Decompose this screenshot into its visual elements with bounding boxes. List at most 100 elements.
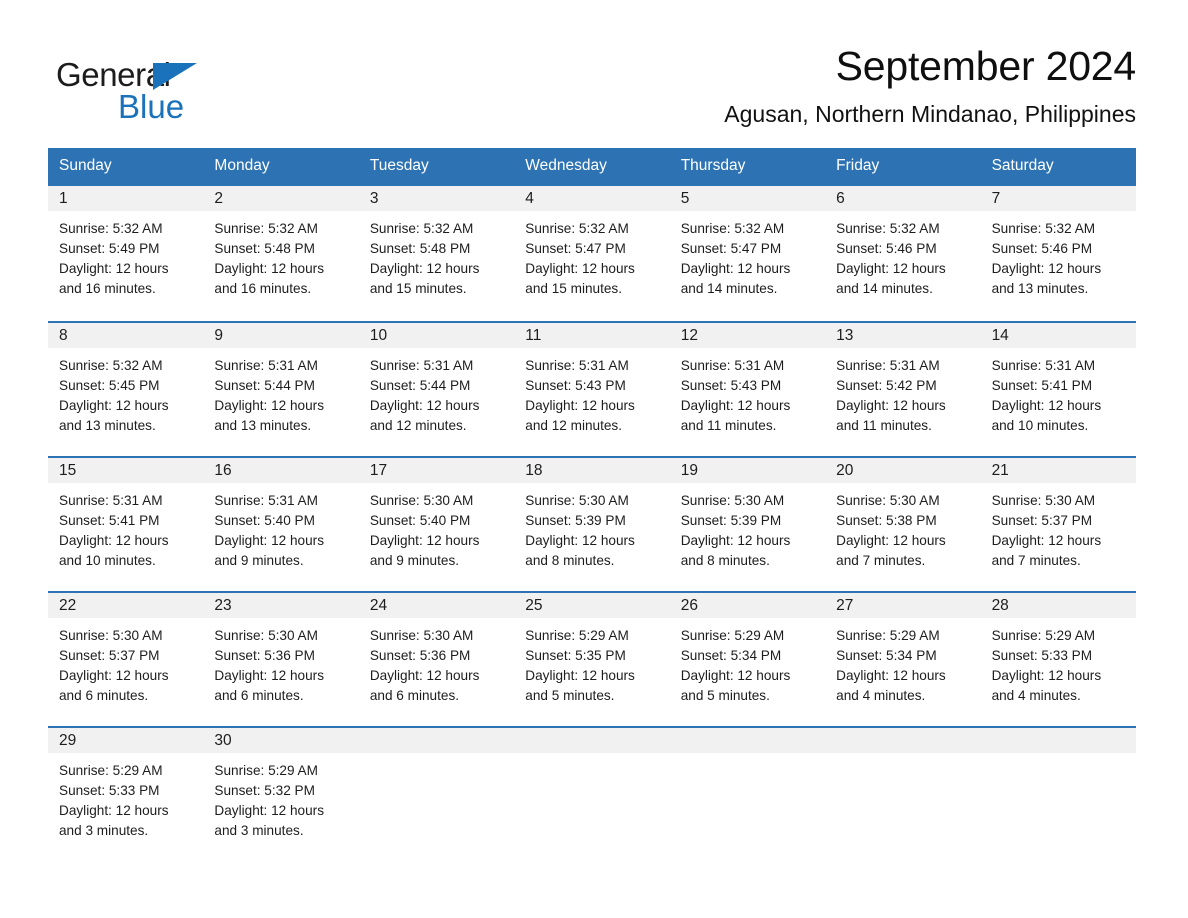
- daylight-duration-line1: Daylight: 12 hours: [59, 803, 169, 818]
- sunset-time: Sunset: 5:44 PM: [369, 377, 471, 393]
- daylight-duration-line2: and 8 minutes.: [525, 553, 615, 569]
- day-cell-empty: [669, 727, 826, 861]
- day-cell[interactable]: 16 Sunrise: 5:31 AM Sunset: 5:40 PM Dayligh…: [203, 457, 359, 591]
- day-cell[interactable]: 21 Sunrise: 5:30 AM Sunset: 5:37 PM Dayligh…: [980, 457, 1136, 591]
- day-cell[interactable]: 10 Sunrise: 5:31 AM Sunset: 5:44 PM Dayligh…: [358, 322, 515, 456]
- daylight-duration-line1: Daylight: 12 hours: [680, 398, 791, 413]
- day-cell[interactable]: 12 Sunrise: 5:31 AM Sunset: 5:43 PM Dayligh…: [669, 322, 826, 456]
- sunset-time: Sunset: 5:43 PM: [680, 377, 782, 393]
- day-cell[interactable]: 13 Sunrise: 5:31 AM Sunset: 5:42 PM Dayligh…: [825, 322, 981, 456]
- day-cell[interactable]: 18 Sunrise: 5:30 AM Sunset: 5:39 PM Dayligh…: [514, 457, 670, 591]
- weekday-header-tuesday: Tuesday: [369, 157, 429, 174]
- weekday-header-wednesday: Wednesday: [525, 157, 607, 174]
- calendar-week-row: 8 Sunrise: 5:32 AM Sunset: 5:45 PM Daylight…: [48, 320, 1136, 456]
- day-cell[interactable]: 23 Sunrise: 5:30 AM Sunset: 5:36 PM Dayligh…: [203, 592, 359, 726]
- daylight-duration-line1: Daylight: 12 hours: [525, 533, 635, 548]
- day-cell[interactable]: 7 Sunrise: 5:32 AM Sunset: 5:46 PM Daylight…: [980, 185, 1136, 321]
- day-cell[interactable]: 22 Sunrise: 5:30 AM Sunset: 5:37 PM Dayligh…: [48, 592, 204, 726]
- day-number: 21: [980, 457, 1136, 483]
- logo-text-blue: Blue: [118, 88, 185, 125]
- sunset-time: Sunset: 5:40 PM: [214, 512, 315, 528]
- daylight-duration-line2: and 6 minutes.: [214, 688, 304, 704]
- day-details: Sunrise: 5:32 AM Sunset: 5:48 PM Daylight:…: [203, 211, 358, 300]
- sunrise-time: Sunrise: 5:30 AM: [369, 492, 474, 508]
- day-cell[interactable]: 14 Sunrise: 5:31 AM Sunset: 5:41 PM Dayligh…: [980, 322, 1136, 456]
- day-details: Sunrise: 5:29 AM Sunset: 5:32 PM Daylight:…: [203, 753, 358, 842]
- day-details: Sunrise: 5:30 AM Sunset: 5:39 PM Daylight:…: [514, 483, 669, 572]
- day-cell[interactable]: 15 Sunrise: 5:31 AM Sunset: 5:41 PM Dayligh…: [48, 457, 204, 591]
- day-details: [981, 753, 1136, 761]
- day-cell[interactable]: 30 Sunrise: 5:29 AM Sunset: 5:32 PM Dayligh…: [203, 727, 359, 861]
- day-cell[interactable]: 24 Sunrise: 5:30 AM Sunset: 5:36 PM Dayligh…: [358, 592, 515, 726]
- sunset-time: Sunset: 5:48 PM: [214, 240, 315, 256]
- sunrise-time: Sunrise: 5:31 AM: [991, 357, 1096, 373]
- daylight-duration-line2: and 15 minutes.: [525, 281, 623, 297]
- day-number: 7: [980, 185, 1136, 211]
- day-details: [359, 753, 514, 761]
- sunrise-time: Sunrise: 5:31 AM: [836, 357, 940, 373]
- sunset-time: Sunset: 5:42 PM: [836, 377, 937, 393]
- sunset-time: Sunset: 5:47 PM: [525, 240, 626, 256]
- sunset-time: Sunset: 5:33 PM: [59, 782, 160, 798]
- day-cell[interactable]: 4 Sunrise: 5:32 AM Sunset: 5:47 PM Daylight…: [514, 185, 670, 321]
- calendar-week-row: 22 Sunrise: 5:30 AM Sunset: 5:37 PM Dayligh…: [48, 590, 1136, 726]
- daylight-duration-line2: and 16 minutes.: [214, 281, 312, 297]
- daylight-duration-line2: and 13 minutes.: [991, 281, 1089, 297]
- sunset-time: Sunset: 5:48 PM: [369, 240, 471, 256]
- daylight-duration-line2: and 16 minutes.: [59, 281, 156, 297]
- day-cell[interactable]: 5 Sunrise: 5:32 AM Sunset: 5:47 PM Daylight…: [669, 185, 826, 321]
- daylight-duration-line1: Daylight: 12 hours: [991, 261, 1102, 276]
- sunset-time: Sunset: 5:39 PM: [680, 512, 782, 528]
- day-cell[interactable]: 20 Sunrise: 5:30 AM Sunset: 5:38 PM Dayligh…: [825, 457, 981, 591]
- day-cell[interactable]: 3 Sunrise: 5:32 AM Sunset: 5:48 PM Daylight…: [358, 185, 515, 321]
- sunrise-time: Sunrise: 5:31 AM: [680, 357, 785, 373]
- day-number: 9: [203, 322, 359, 348]
- day-details: Sunrise: 5:30 AM Sunset: 5:37 PM Daylight:…: [48, 618, 203, 707]
- day-cell[interactable]: 1 Sunrise: 5:32 AM Sunset: 5:49 PM Daylight…: [48, 185, 204, 321]
- day-number: 29: [48, 727, 204, 753]
- day-cell[interactable]: 17 Sunrise: 5:30 AM Sunset: 5:40 PM Dayligh…: [358, 457, 515, 591]
- day-number: 24: [358, 592, 515, 618]
- daylight-duration-line2: and 3 minutes.: [59, 823, 149, 839]
- day-cell[interactable]: 6 Sunrise: 5:32 AM Sunset: 5:46 PM Daylight…: [825, 185, 981, 321]
- day-cell[interactable]: 9 Sunrise: 5:31 AM Sunset: 5:44 PM Daylight…: [203, 322, 359, 456]
- day-number: 4: [514, 185, 670, 211]
- day-details: Sunrise: 5:29 AM Sunset: 5:34 PM Daylight:…: [825, 618, 980, 707]
- day-cell[interactable]: 8 Sunrise: 5:32 AM Sunset: 5:45 PM Daylight…: [48, 322, 204, 456]
- sunset-time: Sunset: 5:34 PM: [836, 647, 937, 663]
- daylight-duration-line1: Daylight: 12 hours: [836, 398, 946, 413]
- day-cell[interactable]: 2 Sunrise: 5:32 AM Sunset: 5:48 PM Daylight…: [203, 185, 359, 321]
- day-details: Sunrise: 5:30 AM Sunset: 5:37 PM Daylight:…: [981, 483, 1136, 572]
- day-cell-empty: [825, 727, 981, 861]
- day-number: 2: [203, 185, 359, 211]
- day-cell[interactable]: 26 Sunrise: 5:29 AM Sunset: 5:34 PM Dayligh…: [669, 592, 826, 726]
- daylight-duration-line1: Daylight: 12 hours: [369, 261, 480, 276]
- daylight-duration-line1: Daylight: 12 hours: [680, 668, 791, 683]
- daylight-duration-line1: Daylight: 12 hours: [214, 668, 324, 683]
- day-cell[interactable]: 28 Sunrise: 5:29 AM Sunset: 5:33 PM Dayligh…: [980, 592, 1136, 726]
- day-number: 11: [514, 322, 670, 348]
- day-number: 20: [825, 457, 981, 483]
- sunset-time: Sunset: 5:45 PM: [59, 377, 160, 393]
- day-cell[interactable]: 19 Sunrise: 5:30 AM Sunset: 5:39 PM Dayligh…: [669, 457, 826, 591]
- daylight-duration-line2: and 5 minutes.: [525, 688, 615, 704]
- day-details: Sunrise: 5:32 AM Sunset: 5:49 PM Daylight:…: [48, 211, 203, 300]
- day-cell[interactable]: 11 Sunrise: 5:31 AM Sunset: 5:43 PM Dayligh…: [514, 322, 670, 456]
- daylight-duration-line2: and 9 minutes.: [214, 553, 304, 569]
- calendar-weeks: 1 Sunrise: 5:32 AM Sunset: 5:49 PM Daylight…: [48, 185, 1136, 861]
- sunrise-time: Sunrise: 5:31 AM: [214, 357, 318, 373]
- day-number: 26: [669, 592, 826, 618]
- daylight-duration-line1: Daylight: 12 hours: [214, 261, 324, 276]
- day-cell-empty: [980, 727, 1136, 861]
- sunset-time: Sunset: 5:41 PM: [991, 377, 1093, 393]
- sunset-time: Sunset: 5:39 PM: [525, 512, 626, 528]
- daylight-duration-line2: and 15 minutes.: [369, 281, 467, 297]
- daylight-duration-line2: and 7 minutes.: [836, 553, 926, 569]
- sunrise-time: Sunrise: 5:32 AM: [525, 220, 629, 236]
- day-number: [980, 727, 1136, 753]
- day-cell[interactable]: 29 Sunrise: 5:29 AM Sunset: 5:33 PM Dayligh…: [48, 727, 204, 861]
- day-cell[interactable]: 25 Sunrise: 5:29 AM Sunset: 5:35 PM Dayligh…: [514, 592, 670, 726]
- day-cell[interactable]: 27 Sunrise: 5:29 AM Sunset: 5:34 PM Dayligh…: [825, 592, 981, 726]
- daylight-duration-line1: Daylight: 12 hours: [836, 668, 946, 683]
- general-blue-logo[interactable]: General Blue: [56, 44, 206, 123]
